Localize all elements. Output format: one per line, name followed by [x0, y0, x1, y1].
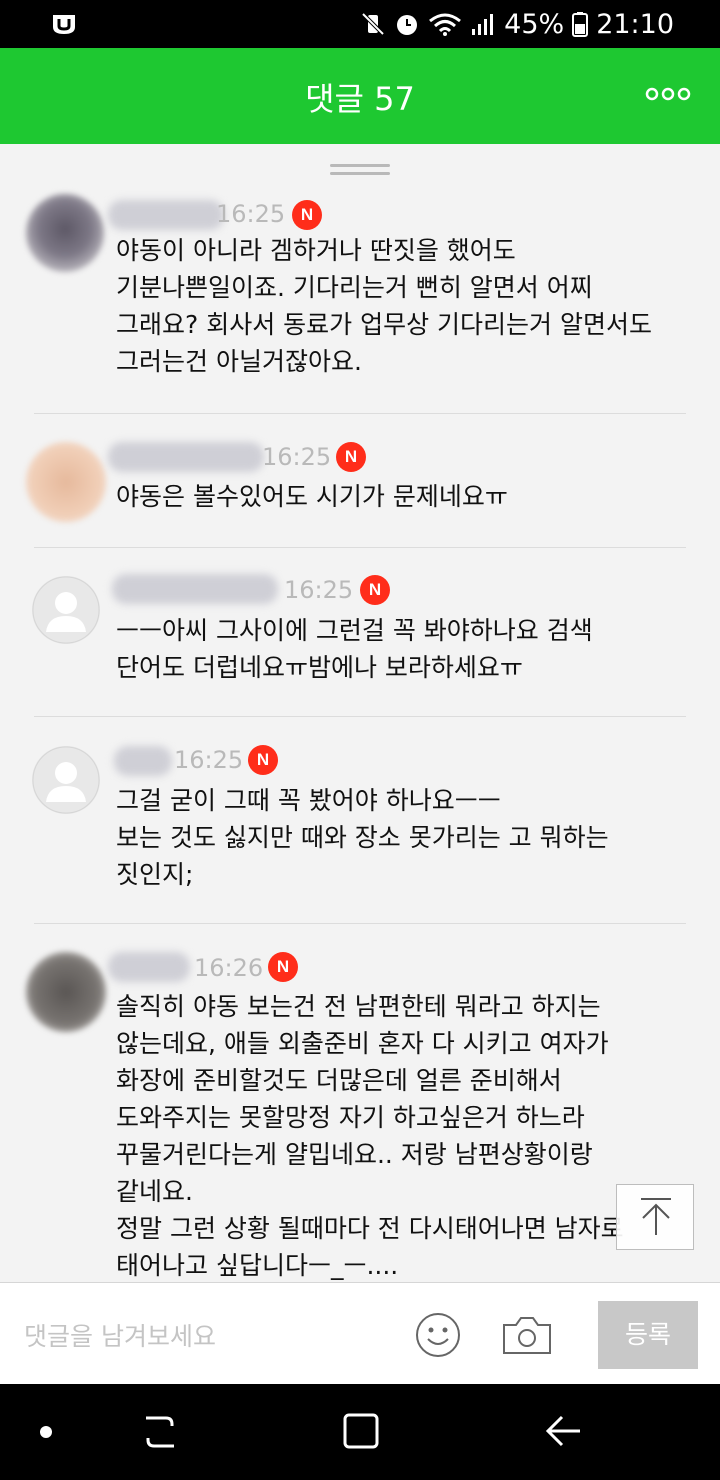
- divider: [34, 923, 686, 924]
- app-notification-icon: [53, 15, 75, 34]
- home-icon[interactable]: [342, 1412, 380, 1450]
- nav-dot-icon[interactable]: [40, 1426, 52, 1438]
- status-bar: 45% 21:10: [0, 0, 720, 48]
- more-horizontal-icon[interactable]: [644, 84, 692, 104]
- divider: [34, 716, 686, 717]
- alarm-icon: [397, 15, 418, 35]
- page-title: 댓글 57: [305, 80, 415, 118]
- divider: [34, 547, 686, 548]
- recent-apps-icon[interactable]: [140, 1414, 180, 1450]
- divider: [34, 413, 686, 414]
- vibrate-mute-icon: [361, 12, 385, 36]
- camera-icon[interactable]: [500, 1313, 554, 1357]
- comment-time: 16:26: [194, 954, 264, 982]
- system-nav-bar: [0, 1384, 720, 1480]
- comment-input[interactable]: 댓글을 남겨보세요: [24, 1317, 216, 1353]
- new-badge: N: [268, 952, 298, 982]
- avatar[interactable]: [26, 194, 104, 272]
- battery-icon: [572, 12, 589, 37]
- author-name[interactable]: [112, 574, 278, 604]
- comment-time: 16:25: [262, 443, 332, 471]
- new-badge: N: [360, 575, 390, 605]
- scroll-to-top-button[interactable]: [616, 1184, 694, 1250]
- new-badge: N: [292, 200, 322, 230]
- comment-input-bar: 댓글을 남겨보세요 등록: [0, 1282, 720, 1384]
- comment-text: 솔직히 야동 보는건 전 남편한테 뭐라고 하지는 않는데요, 애들 외출준비 …: [116, 992, 624, 1280]
- author-name[interactable]: [114, 746, 172, 776]
- comment-time: 16:25: [174, 746, 244, 774]
- default-avatar-icon: [32, 576, 100, 644]
- author-name[interactable]: [108, 952, 190, 982]
- signal-icon: [472, 14, 494, 35]
- comment-time: 16:25: [216, 200, 286, 228]
- comment-text: ㅡㅡ아씨 그사이에 그런걸 꼭 봐야하나요 검색 단어도 더럽네요ㅠ밤에나 보라…: [116, 616, 593, 682]
- avatar[interactable]: [26, 952, 106, 1032]
- back-icon[interactable]: [544, 1412, 584, 1450]
- arrow-up-icon: [641, 1198, 671, 1235]
- wifi-icon: [429, 13, 462, 36]
- default-avatar-icon: [32, 746, 100, 814]
- comment-text: 그걸 굳이 그때 꼭 봤어야 하나요ㅡㅡ 보는 것도 싫지만 때와 장소 못가리…: [116, 786, 609, 889]
- submit-button[interactable]: 등록: [598, 1301, 698, 1369]
- comment-time: 16:25: [284, 576, 354, 604]
- app-header: 댓글 57: [0, 48, 720, 144]
- clock: 21:10: [596, 8, 674, 40]
- comment-text: 야동은 볼수있어도 시기가 문제네요ㅠ: [116, 482, 508, 511]
- author-name[interactable]: [108, 442, 264, 472]
- avatar[interactable]: [26, 442, 106, 522]
- emoji-icon[interactable]: [414, 1311, 462, 1359]
- author-name[interactable]: [108, 200, 224, 230]
- avatar[interactable]: [32, 576, 100, 644]
- new-badge: N: [248, 745, 278, 775]
- drag-handle[interactable]: [330, 164, 390, 178]
- battery-percent: 45%: [504, 8, 565, 40]
- avatar[interactable]: [32, 746, 100, 814]
- comment-list[interactable]: 16:25 N 야동이 아니라 겜하거나 딴짓을 했어도 기분나쁜일이죠. 기다…: [0, 144, 720, 1282]
- new-badge: N: [336, 442, 366, 472]
- comment-text: 야동이 아니라 겜하거나 딴짓을 했어도 기분나쁜일이죠. 기다리는거 뻔히 알…: [116, 236, 653, 376]
